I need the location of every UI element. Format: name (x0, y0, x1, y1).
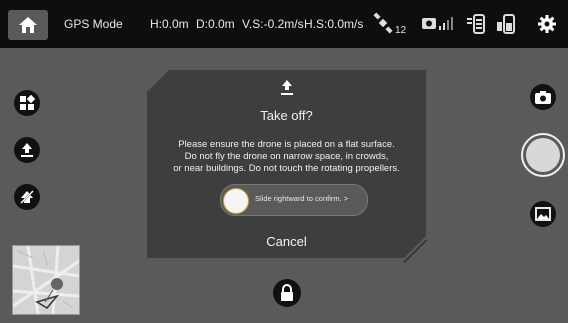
intelligent-flight-icon (20, 94, 36, 110)
minimap[interactable] (12, 245, 80, 315)
takeoff-icon (21, 143, 33, 157)
return-home-icon (19, 189, 35, 205)
map-icon (13, 246, 79, 314)
camera-signal-icon (422, 17, 453, 30)
battery-icon (497, 14, 515, 34)
satellite-count: 12 (395, 25, 407, 36)
gallery-button[interactable] (530, 201, 556, 227)
takeoff-button[interactable] (14, 137, 40, 163)
horizontal-speed-readout: H.S:0.0m/s (304, 17, 364, 31)
vertical-speed-readout: V.S:-0.2m/s (242, 17, 304, 31)
slider-knob[interactable] (223, 188, 249, 214)
shutter-button-inner (526, 138, 560, 172)
takeoff-icon (278, 78, 296, 98)
camera-switch-icon (535, 91, 551, 104)
takeoff-dialog: Take off? Please ensure the drone is pla… (147, 70, 426, 258)
camera-switch-button[interactable] (530, 84, 556, 110)
dialog-message-line: Do not fly the drone on narrow space, in… (184, 151, 389, 162)
remote-controller-icon (467, 14, 485, 34)
intelligent-flight-button[interactable] (14, 90, 40, 116)
cancel-button[interactable]: Cancel (147, 234, 426, 249)
confirm-slider[interactable]: Slide rightward to confirm. > (220, 184, 368, 216)
lock-icon (281, 284, 293, 301)
top-status-bar: GPS Mode H:0.0m D:0.0m V.S:-0.2m/s H.S:0… (0, 0, 568, 48)
distance-readout: D:0.0m (196, 17, 235, 31)
dialog-message: Please ensure the drone is placed on a f… (147, 139, 426, 175)
dialog-title: Take off? (260, 108, 313, 123)
gallery-icon (535, 207, 551, 221)
height-readout: H:0.0m (150, 17, 189, 31)
return-home-button[interactable] (14, 184, 40, 210)
home-button[interactable] (8, 10, 48, 40)
satellite-icon (373, 12, 393, 34)
flight-mode-label: GPS Mode (64, 17, 123, 31)
home-icon (19, 17, 37, 33)
shutter-button[interactable] (521, 133, 565, 177)
settings-gear-icon[interactable] (537, 14, 557, 34)
dialog-message-line: or near buildings. Do not touch the rota… (173, 163, 400, 174)
dialog-message-line: Please ensure the drone is placed on a f… (178, 139, 395, 150)
lock-button[interactable] (273, 279, 301, 307)
slider-label: Slide rightward to confirm. > (255, 194, 349, 203)
